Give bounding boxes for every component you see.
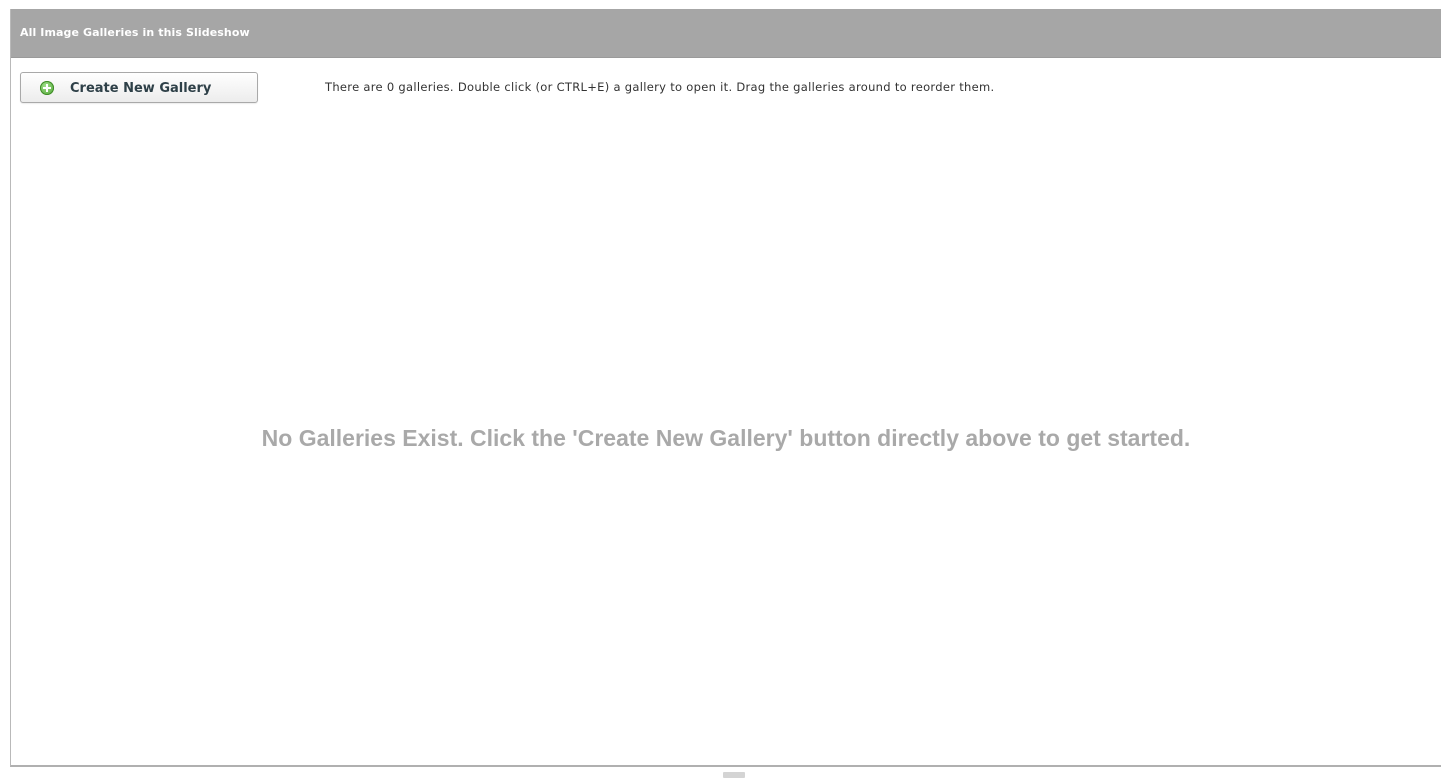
panel-title: All Image Galleries in this Slideshow	[20, 26, 250, 39]
empty-state-message: No Galleries Exist. Click the 'Create Ne…	[261, 425, 1191, 451]
create-new-gallery-button[interactable]: Create New Gallery	[20, 72, 258, 103]
galleries-info-text: There are 0 galleries. Double click (or …	[325, 80, 995, 94]
create-new-gallery-label: Create New Gallery	[70, 81, 212, 96]
galleries-panel: All Image Galleries in this Slideshow Cr…	[10, 9, 1441, 767]
plus-circle-icon	[40, 81, 54, 95]
resize-handle[interactable]	[723, 772, 745, 778]
panel-header: All Image Galleries in this Slideshow	[11, 9, 1441, 58]
